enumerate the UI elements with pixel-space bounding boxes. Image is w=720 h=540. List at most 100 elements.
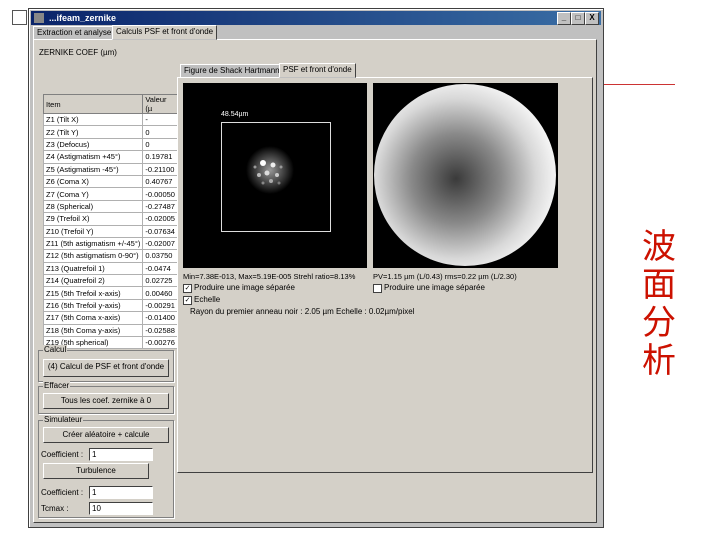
zernike-term-name: Z12 (5th astigmatism 0-90°) xyxy=(42,249,144,263)
zernike-term-value[interactable]: -0.02007 xyxy=(142,236,178,251)
tcmax-label: Tcmax : xyxy=(41,504,69,513)
chk-echelle[interactable]: ✓ xyxy=(183,296,192,305)
zernike-term-value[interactable]: -0.27487 xyxy=(142,199,178,214)
zernike-term-value[interactable]: - xyxy=(142,112,178,127)
slide-bullet xyxy=(12,10,27,25)
zernike-term-value[interactable]: -0.01400 xyxy=(142,311,178,325)
psf-speckle xyxy=(246,146,294,194)
table-row[interactable]: Z17 (5th Coma x-axis) -0.01400 xyxy=(42,311,178,325)
table-header-item[interactable]: Item xyxy=(42,94,144,114)
coef-input-2[interactable]: 1 xyxy=(89,486,153,499)
group-calcul: Calcul (4) Calcul de PSF et front d'onde xyxy=(38,345,174,382)
chk-separate-psf[interactable]: ✓ xyxy=(183,284,192,293)
tcmax-input[interactable]: 10 xyxy=(89,502,153,515)
airy-ring-text: Rayon du premier anneau noir : 2.05 µm E… xyxy=(190,307,415,316)
table-row[interactable]: Z18 (5th Coma y-axis) -0.02588 xyxy=(42,323,178,338)
table-row[interactable]: Z13 (Quatrefoil 1) -0.0474 xyxy=(42,261,178,276)
zernike-term-name: Z7 (Coma Y) xyxy=(42,187,144,201)
zernike-term-name: Z15 (5th Trefoil x-axis) xyxy=(42,286,144,300)
coef-label-2: Coefficient : xyxy=(41,488,84,497)
psf-stats: Min=7.38E-013, Max=5.19E-005 Strehl rati… xyxy=(183,272,356,281)
zernike-term-value[interactable]: -0.07634 xyxy=(142,224,178,238)
table-row[interactable]: Z3 (Defocus) 0 xyxy=(42,137,178,152)
zernike-term-name: Z16 (5th Trefoil y-axis) xyxy=(42,298,144,313)
zernike-term-value[interactable]: -0.02588 xyxy=(142,323,178,338)
table-row[interactable]: Z7 (Coma Y) -0.00050 xyxy=(42,187,178,201)
zernike-term-value[interactable]: 0 xyxy=(142,125,178,139)
main-panel: ZERNIKE COEF (µm) Item Valeur (µ Z1 (Til… xyxy=(33,39,597,523)
group-effacer: Effacer Tous les coef. zernike à 0 xyxy=(38,381,174,414)
chk-echelle-label: Echelle xyxy=(194,295,221,304)
window-title: ...ifeam_zernike xyxy=(49,13,117,23)
app-icon xyxy=(34,13,44,23)
zernike-term-name: Z2 (Tilt Y) xyxy=(42,125,144,139)
chk-separate-wf[interactable] xyxy=(373,284,382,293)
zernike-table[interactable]: Item Valeur (µ Z1 (Tilt X) - Z2 (Tilt Y) 0 Z… xyxy=(42,94,178,350)
table-row[interactable]: Z16 (5th Trefoil y-axis) -0.00291 xyxy=(42,298,178,313)
create-random-button[interactable]: Créer aléatoire + calcule xyxy=(43,427,169,443)
table-row[interactable]: Z8 (Spherical) -0.27487 xyxy=(42,199,178,214)
slide-side-text: 波 面 分 析 xyxy=(634,228,684,380)
zernike-term-name: Z1 (Tilt X) xyxy=(42,112,144,127)
zernike-term-value[interactable]: -0.02005 xyxy=(142,212,178,226)
calc-psf-button[interactable]: (4) Calcul de PSF et front d'onde xyxy=(43,359,169,377)
zernike-term-value[interactable]: 0.03750 xyxy=(142,249,178,263)
table-header-value[interactable]: Valeur (µ xyxy=(142,94,178,114)
title-bar[interactable]: ...ifeam_zernike _ □ X xyxy=(31,11,601,25)
table-row[interactable]: Z2 (Tilt Y) 0 xyxy=(42,125,178,139)
zernike-term-name: Z11 (5th astigmatism +/-45°) xyxy=(42,236,144,251)
table-row[interactable]: Z11 (5th astigmatism +/-45°) -0.02007 xyxy=(42,236,178,251)
zernike-term-name: Z5 (Astigmatism -45°) xyxy=(42,162,144,176)
group-simulateur-title: Simulateur xyxy=(43,415,84,424)
zernike-term-name: Z14 (Quatrefoil 2) xyxy=(42,274,144,288)
table-row[interactable]: Z1 (Tilt X) - xyxy=(42,112,178,127)
group-calcul-title: Calcul xyxy=(43,345,68,354)
psf-image[interactable]: 48.54µm xyxy=(183,83,367,268)
zernike-term-value[interactable]: 0.00460 xyxy=(142,286,178,300)
zernike-term-value[interactable]: 0.19781 xyxy=(142,150,178,164)
table-row[interactable]: Z4 (Astigmatism +45°) 0.19781 xyxy=(42,150,178,164)
wavefront-image[interactable] xyxy=(373,83,558,268)
wavefront-disk xyxy=(374,84,556,266)
table-row[interactable]: Z15 (5th Trefoil x-axis) 0.00460 xyxy=(42,286,178,300)
zernike-term-name: Z17 (5th Coma x-axis) xyxy=(42,311,144,325)
table-row[interactable]: Z10 (Trefoil Y) -0.07634 xyxy=(42,224,178,238)
tab-extraction[interactable]: Extraction et analyse xyxy=(33,26,116,40)
reset-zernike-button[interactable]: Tous les coef. zernike à 0 xyxy=(43,393,169,409)
tab-psf-front-onde[interactable]: PSF et front d'onde xyxy=(279,63,356,78)
zernike-term-value[interactable]: 0.40767 xyxy=(142,174,178,189)
chk-separate-wf-label: Produire une image séparée xyxy=(384,283,485,292)
zernike-term-value[interactable]: -0.00050 xyxy=(142,187,178,201)
zernike-term-value[interactable]: 0.02725 xyxy=(142,274,178,288)
tab-shack-hartmann[interactable]: Figure de Shack Hartmann xyxy=(180,64,284,78)
coef-label-1: Coefficient : xyxy=(41,450,84,459)
zernike-term-value[interactable]: -0.21100 xyxy=(142,162,178,176)
side-char-2: 面 xyxy=(642,265,676,305)
close-button[interactable]: X xyxy=(585,12,599,25)
zernike-term-value[interactable]: -0.0474 xyxy=(142,261,178,276)
zernike-term-value[interactable]: -0.00276 xyxy=(142,336,178,350)
zernike-term-name: Z6 (Coma X) xyxy=(42,174,144,189)
side-char-1: 波 xyxy=(642,227,676,267)
maximize-button[interactable]: □ xyxy=(571,12,585,25)
table-row[interactable]: Z6 (Coma X) 0.40767 xyxy=(42,174,178,189)
minimize-button[interactable]: _ xyxy=(557,12,571,25)
table-row[interactable]: Z9 (Trefoil X) -0.02005 xyxy=(42,212,178,226)
table-row[interactable]: Z14 (Quatrefoil 2) 0.02725 xyxy=(42,274,178,288)
turbulence-button[interactable]: Turbulence xyxy=(43,463,149,479)
coef-input-1[interactable]: 1 xyxy=(89,448,153,461)
app-window: ...ifeam_zernike _ □ X Extraction et ana… xyxy=(28,8,604,528)
group-effacer-title: Effacer xyxy=(43,381,71,390)
tab-calculs[interactable]: Calculs PSF et front d'onde xyxy=(112,25,218,40)
slide-decorative-line xyxy=(600,84,675,85)
zernike-coef-label: ZERNIKE COEF (µm) xyxy=(39,48,117,57)
group-simulateur: Simulateur Créer aléatoire + calcule Coe… xyxy=(38,415,174,518)
side-char-3: 分 xyxy=(642,303,676,343)
zernike-term-value[interactable]: 0 xyxy=(142,137,178,152)
zernike-term-value[interactable]: -0.00291 xyxy=(142,298,178,313)
table-row[interactable]: Z5 (Astigmatism -45°) -0.21100 xyxy=(42,162,178,176)
zernike-term-name: Z3 (Defocus) xyxy=(42,137,144,152)
wavefront-stats: PV=1.15 µm (L/0.43) rms=0.22 µm (L/2.30) xyxy=(373,272,517,281)
zernike-term-name: Z8 (Spherical) xyxy=(42,199,144,214)
table-row[interactable]: Z12 (5th astigmatism 0-90°) 0.03750 xyxy=(42,249,178,263)
